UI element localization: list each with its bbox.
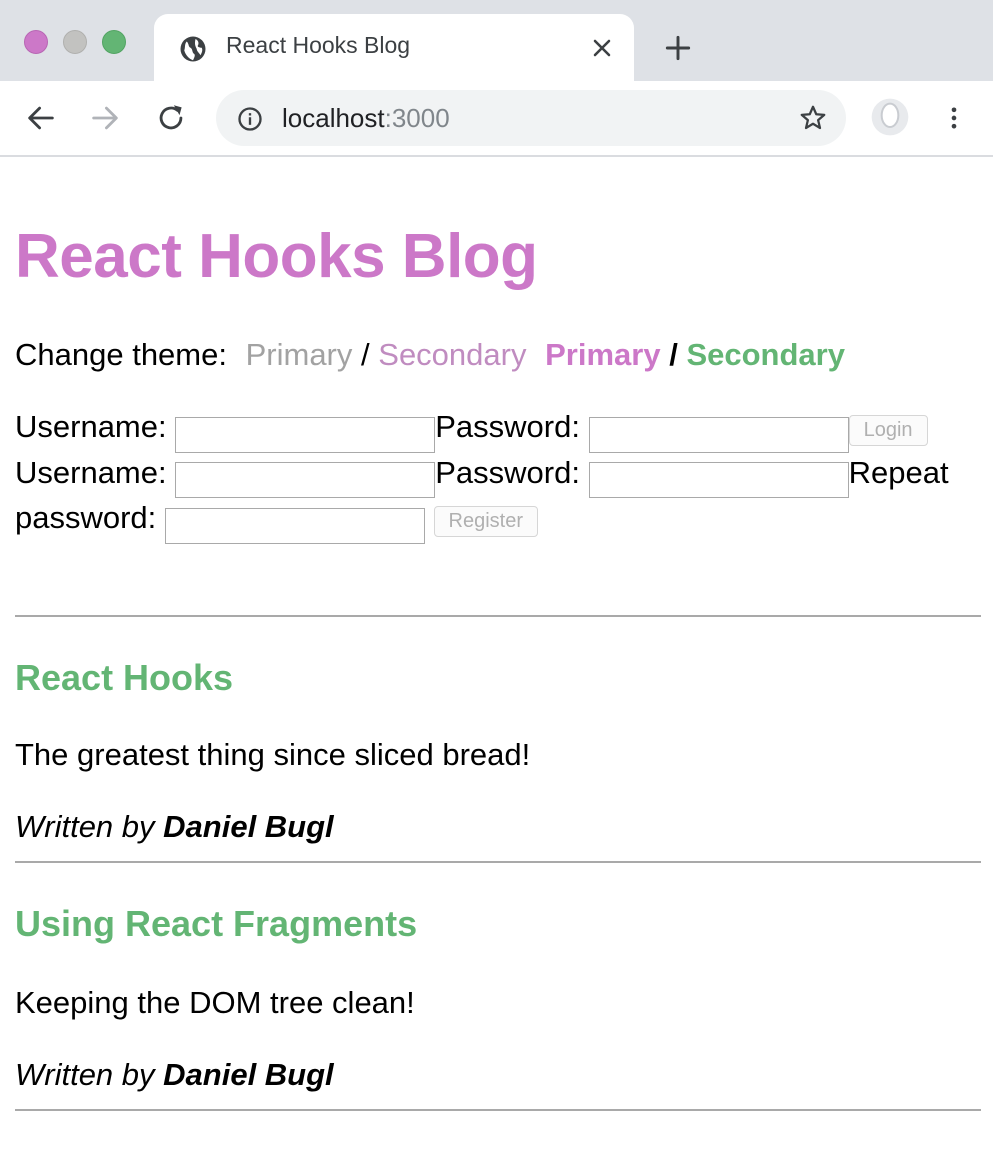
reload-icon[interactable] (154, 101, 188, 135)
post-content: Keeping the DOM tree clean! (15, 985, 415, 1020)
login-password-label: Password: (435, 409, 580, 444)
post-author: Written by Daniel Bugl (15, 809, 334, 845)
theme-label: Change theme: (15, 337, 227, 372)
register-repeat-input[interactable] (164, 507, 425, 544)
star-icon[interactable] (798, 103, 828, 133)
theme-separator-bold: / (669, 337, 678, 372)
menu-icon[interactable] (940, 100, 968, 136)
tab-bar: React Hooks Blog (0, 0, 993, 81)
theme-option-secondary[interactable]: Secondary (378, 337, 526, 372)
written-by-label: Written by (15, 809, 155, 844)
tab-title: React Hooks Blog (226, 32, 411, 58)
url-host: localhost (282, 103, 385, 133)
info-icon[interactable] (236, 105, 264, 133)
page-title: React Hooks Blog (15, 222, 538, 291)
register-password-label: Password: (435, 454, 580, 490)
back-icon[interactable] (24, 101, 58, 135)
theme-option-secondary-bold[interactable]: Secondary (686, 337, 845, 372)
window-minimize-button[interactable] (63, 30, 87, 54)
login-button[interactable]: Login (848, 415, 928, 446)
auth-forms: Username: Password: Login Username: Pass… (15, 407, 981, 544)
theme-option-primary-bold[interactable]: Primary (545, 337, 660, 372)
window-close-button[interactable] (24, 30, 48, 54)
url-port: :3000 (384, 103, 450, 133)
register-password-input[interactable] (588, 462, 849, 498)
close-icon[interactable] (588, 34, 616, 62)
divider (15, 1109, 981, 1111)
divider (15, 861, 981, 863)
theme-separator: / (361, 337, 370, 372)
post-title: Using React Fragments (15, 903, 418, 944)
plus-icon[interactable] (662, 32, 694, 64)
register-button[interactable]: Register (433, 506, 539, 537)
theme-selector: Change theme: Primary / Secondary Primar… (15, 337, 845, 373)
browser-tab[interactable]: React Hooks Blog (154, 14, 634, 81)
theme-option-primary[interactable]: Primary (246, 337, 353, 372)
profile-icon[interactable] (870, 97, 910, 137)
page-content: React Hooks Blog Change theme: Primary /… (0, 157, 993, 1151)
post-author: Written by Daniel Bugl (15, 1057, 334, 1093)
url-text: localhost:3000 (282, 103, 450, 134)
globe-icon (180, 36, 206, 62)
login-username-input[interactable] (175, 416, 436, 453)
written-by-label: Written by (15, 1057, 155, 1092)
post-title: React Hooks (15, 657, 234, 698)
window-maximize-button[interactable] (102, 30, 126, 54)
author-name: Daniel Bugl (163, 1057, 334, 1092)
address-bar[interactable]: localhost:3000 (216, 90, 846, 146)
login-password-input[interactable] (588, 416, 849, 453)
author-name: Daniel Bugl (163, 809, 334, 844)
divider (15, 615, 981, 617)
browser-toolbar: localhost:3000 (0, 81, 993, 157)
register-username-label: Username: (15, 454, 167, 490)
login-username-label: Username: (15, 409, 167, 444)
post-content: The greatest thing since sliced bread! (15, 737, 531, 772)
window-controls (24, 30, 126, 54)
forward-icon[interactable] (88, 101, 122, 135)
register-username-input[interactable] (175, 462, 436, 498)
